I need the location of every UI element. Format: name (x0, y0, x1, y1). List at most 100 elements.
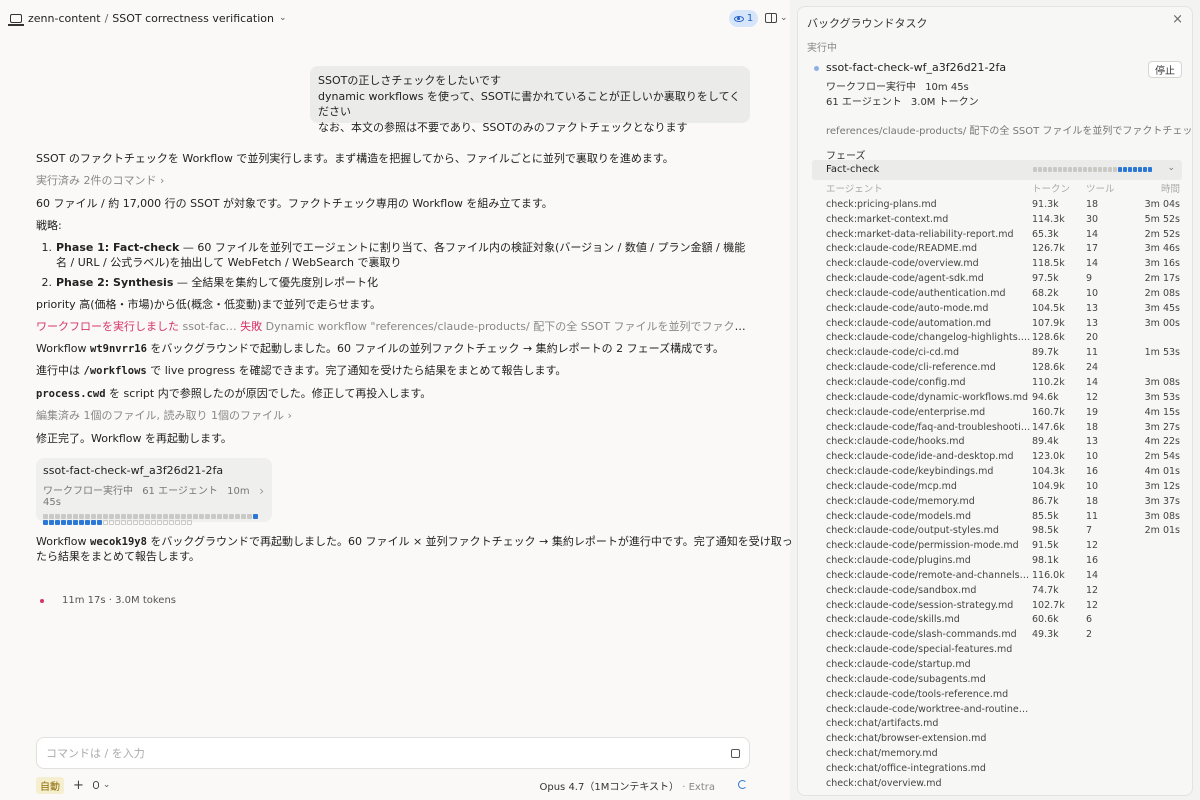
agent-tools (1086, 777, 1126, 792)
agent-tools (1086, 688, 1126, 703)
agent-progress-dot (1038, 167, 1042, 172)
agent-tools: 16 (1086, 555, 1099, 567)
table-row[interactable]: check:chat/browser-extension.md (826, 732, 1180, 747)
chevron-right-icon: › (259, 484, 264, 498)
table-row[interactable]: check:claude-code/worktree-and-routines.… (826, 703, 1180, 718)
breadcrumb-title[interactable]: SSOT correctness verification (112, 12, 274, 25)
agent-name: check:claude-code/session-strategy.md (826, 599, 1014, 611)
table-row[interactable]: check:claude-code/enterprise.md 160.7k 19 4… (826, 406, 1180, 421)
user-message-line: dynamic workflows を使って、SSOTに書かれていることが正しい… (318, 89, 741, 119)
agent-tools: 18 (1086, 198, 1099, 210)
table-row[interactable]: check:chat/artifacts.md (826, 717, 1180, 732)
task-status: ワークフロー実行中 (826, 82, 916, 93)
table-row[interactable]: check:claude-code/tools-reference.md (826, 688, 1180, 703)
chevron-down-icon[interactable]: ⌄ (103, 780, 111, 790)
table-row[interactable]: check:claude-code/remote-and-channels.md… (826, 569, 1180, 584)
table-row[interactable]: check:claude-code/auto-mode.md 104.5k 13 3m… (826, 302, 1180, 317)
table-row[interactable]: check:claude-code/keybindings.md 104.3k 16… (826, 465, 1180, 480)
agent-tokens: 102.7k (1032, 599, 1065, 611)
agent-tokens: 85.5k (1032, 510, 1059, 522)
agent-name: check:claude-code/skills.md (826, 614, 960, 626)
table-row[interactable]: check:claude-code/README.md 126.7k 17 3m 46… (826, 242, 1180, 257)
workflow-card[interactable]: ssot-fact-check-wf_a3f26d21-2fa ワークフロー実行… (36, 458, 272, 525)
agent-name: check:claude-code/mcp.md (826, 480, 957, 492)
chevron-down-icon[interactable]: ⌄ (279, 13, 287, 23)
agent-time: 3m 08s (1144, 510, 1180, 522)
table-row[interactable]: check:chat/overview.md (826, 777, 1180, 792)
agent-time: 3m 37s (1144, 495, 1180, 507)
table-row[interactable]: check:claude-code/agent-sdk.md 97.5k 9 2m 1… (826, 272, 1180, 287)
task-elapsed: 10m 45s (925, 82, 969, 93)
table-row[interactable]: check:claude-code/plugins.md 98.1k 16 (826, 554, 1180, 569)
auto-mode-button[interactable]: 自動 (36, 776, 64, 794)
phase-name: Phase 2: Synthesis (56, 276, 174, 289)
restart-text: Workflow wecok19y8 をバックグラウンドで再起動しました。60 … (36, 534, 793, 550)
table-row[interactable]: check:claude-code/hooks.md 89.4k 13 4m 22s (826, 435, 1180, 450)
panel-toggle-button[interactable]: ⌄ (765, 13, 788, 23)
chevron-right-icon: › (287, 409, 292, 422)
table-row[interactable]: check:claude-code/special-features.md (826, 643, 1180, 658)
agent-tokens: 49.3k (1032, 629, 1059, 641)
stop-square-icon[interactable] (731, 748, 740, 758)
agent-name: check:claude-code/startup.md (826, 659, 971, 670)
agent-progress-grid (43, 514, 265, 525)
agent-tools: 17 (1086, 243, 1099, 255)
table-row[interactable]: check:claude-code/automation.md 107.9k 13 3… (826, 317, 1180, 332)
table-row[interactable]: check:market-data-reliability-report.md 6… (826, 228, 1180, 243)
watch-badge[interactable]: 1 (729, 10, 758, 27)
table-row[interactable]: check:claude-code/cli-reference.md 128.6k… (826, 361, 1180, 376)
phase-name: Phase 1: Fact-check (56, 241, 180, 254)
command-input[interactable] (46, 746, 731, 760)
column-header-tokens: トークン (1032, 184, 1071, 195)
table-row[interactable]: check:claude-code/changelog-highlights.m… (826, 331, 1180, 346)
edited-toggle[interactable]: 編集済み 1個のファイル, 読み取り 1個のファイル › (36, 408, 292, 423)
table-row[interactable]: check:pricing-plans.md 91.3k 18 3m 04s (826, 198, 1180, 213)
table-row[interactable]: check:claude-code/subagents.md (826, 673, 1180, 688)
table-row[interactable]: check:claude-code/config.md 110.2k 14 3m 08… (826, 376, 1180, 391)
table-row[interactable]: check:claude-code/overview.md 118.5k 14 3m … (826, 257, 1180, 272)
agent-tokens: 74.7k (1032, 584, 1059, 596)
table-row[interactable]: check:claude-code/sandbox.md 74.7k 12 (826, 584, 1180, 599)
agent-progress-dot (73, 514, 78, 519)
table-row[interactable]: check:claude-code/skills.md 60.6k 6 (826, 613, 1180, 628)
table-row[interactable]: check:market-context.md 114.3k 30 5m 52s (826, 213, 1180, 228)
agent-name: check:claude-code/enterprise.md (826, 406, 986, 418)
stop-button[interactable]: 停止 (1148, 61, 1182, 78)
table-row[interactable]: check:claude-code/memory.md 86.7k 18 3m 37s (826, 495, 1180, 510)
plus-icon[interactable]: + (73, 778, 84, 793)
agent-tokens: 104.5k (1032, 302, 1065, 314)
table-row[interactable]: check:claude-code/session-strategy.md 102… (826, 599, 1180, 614)
model-selector[interactable]: Opus 4.7（1Mコンテキスト） · Extra (540, 778, 716, 793)
table-row[interactable]: check:chat/memory.md (826, 747, 1180, 762)
close-icon[interactable]: × (1172, 12, 1183, 27)
table-row[interactable]: check:claude-code/mcp.md 104.9k 10 3m 12s (826, 480, 1180, 495)
agent-progress-dot (1083, 167, 1087, 172)
table-row[interactable]: check:claude-code/ci-cd.md 89.7k 11 1m 53s (826, 346, 1180, 361)
table-row[interactable]: check:chat/office-integrations.md (826, 762, 1180, 777)
agent-name: check:claude-code/plugins.md (826, 555, 971, 567)
breadcrumb-repo[interactable]: zenn-content (28, 12, 101, 25)
table-row[interactable]: check:claude-code/slash-commands.md 49.3k… (826, 628, 1180, 643)
agent-progress-dot (157, 514, 162, 519)
agent-progress-dot (97, 514, 102, 519)
agent-progress-dot (151, 520, 156, 525)
agent-tools (1086, 762, 1126, 777)
agent-time (1126, 703, 1180, 718)
agent-progress-dot (67, 514, 72, 519)
agent-tokens (1032, 688, 1086, 703)
phase-row[interactable]: Fact-check ⌄ (812, 160, 1182, 180)
table-row[interactable]: check:claude-code/permission-mode.md 91.5… (826, 539, 1180, 554)
column-header-agent: エージェント (826, 184, 883, 195)
table-row[interactable]: check:claude-code/dynamic-workflows.md 94… (826, 391, 1180, 406)
table-row[interactable]: check:claude-code/faq-and-troubleshootin… (826, 421, 1180, 436)
table-row[interactable]: check:claude-code/authentication.md 68.2k… (826, 287, 1180, 302)
table-row[interactable]: check:claude-code/startup.md (826, 658, 1180, 673)
table-row[interactable]: check:claude-code/output-styles.md 98.5k 7… (826, 524, 1180, 539)
workflow-run-row[interactable]: ワークフローを実行しました ssot-fac… 失敗 Dynamic workf… (36, 319, 750, 334)
table-row[interactable]: check:claude-code/ide-and-desktop.md 123.… (826, 450, 1180, 465)
agent-time: 3m 16s (1144, 258, 1180, 270)
table-row[interactable]: check:claude-code/models.md 85.5k 11 3m 08s (826, 510, 1180, 525)
mic-icon[interactable] (92, 781, 99, 789)
commands-run-toggle[interactable]: 実行済み 2件のコマンド › (36, 173, 164, 188)
eye-icon (733, 15, 744, 22)
